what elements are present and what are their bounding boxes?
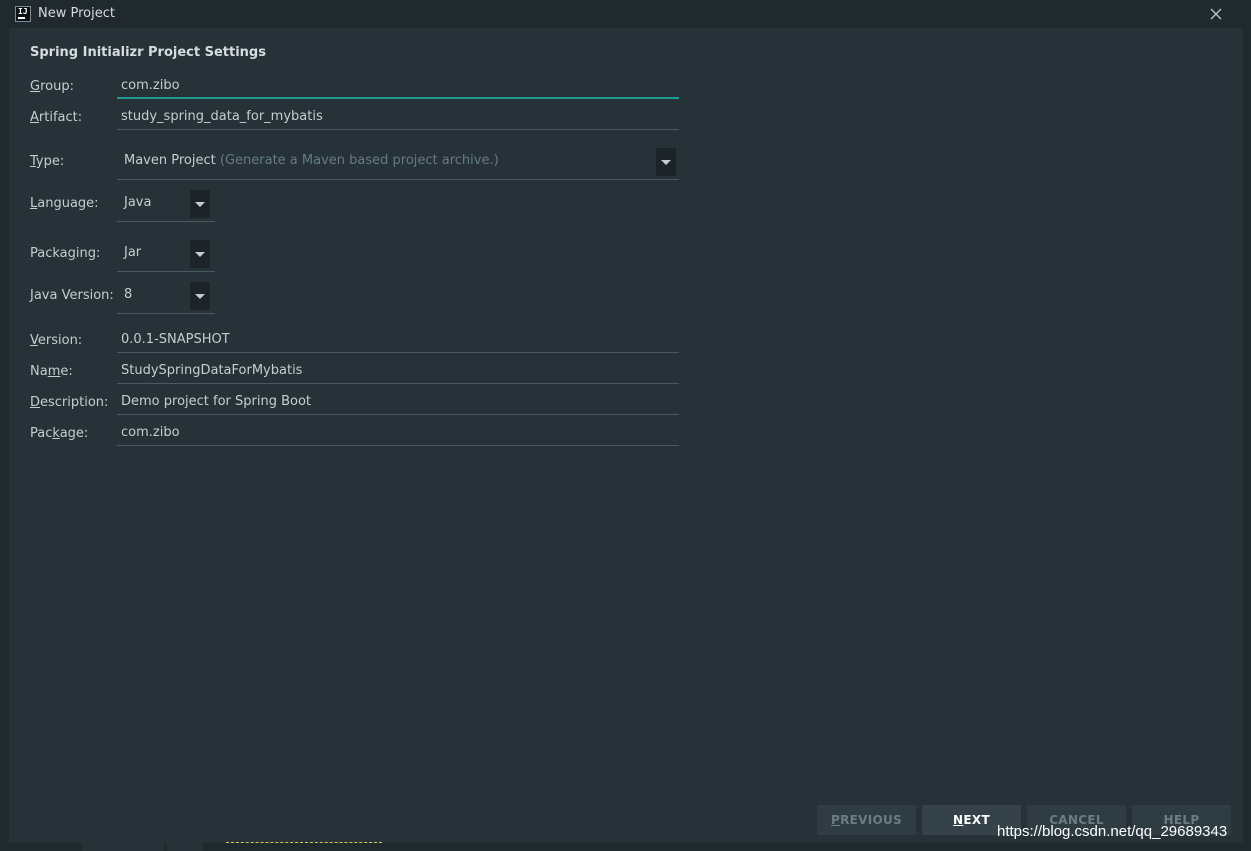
packaging-dropdown-icon[interactable] xyxy=(190,240,210,268)
app-icon-text: IJ xyxy=(18,7,28,16)
java-version-dropdown-icon[interactable] xyxy=(190,282,210,310)
section-title: Spring Initializr Project Settings xyxy=(30,45,266,60)
language-select[interactable]: Java xyxy=(117,188,215,222)
type-value: Maven Project xyxy=(124,153,216,168)
watermark: https://blog.csdn.net/qq_29689343 xyxy=(997,823,1228,840)
intellij-app-icon: IJ xyxy=(15,6,31,22)
packaging-label: Packaging: xyxy=(30,246,101,261)
group-label: Group: xyxy=(30,79,74,94)
package-input[interactable]: com.zibo xyxy=(117,422,679,446)
previous-button[interactable]: PREVIOUS xyxy=(817,805,916,835)
right-border xyxy=(1243,28,1251,851)
title-bar: IJ New Project xyxy=(0,0,1251,28)
language-label: Language: xyxy=(30,196,99,211)
packaging-value: Jar xyxy=(124,245,142,260)
description-input[interactable]: Demo project for Spring Boot xyxy=(117,391,679,415)
window-title: New Project xyxy=(38,6,115,21)
group-input[interactable]: com.zibo xyxy=(117,75,679,99)
package-label: Package: xyxy=(30,426,89,441)
java-version-select[interactable]: 8 xyxy=(117,280,215,314)
close-icon[interactable] xyxy=(1208,6,1224,22)
name-input[interactable]: StudySpringDataForMybatis xyxy=(117,360,679,384)
name-label: Name: xyxy=(30,364,73,379)
artifact-label: Artifact: xyxy=(30,110,83,125)
language-value: Java xyxy=(124,195,152,210)
background-tab xyxy=(167,843,203,851)
version-input[interactable]: 0.0.1-SNAPSHOT xyxy=(117,329,679,353)
java-version-label: Java Version: xyxy=(30,288,114,303)
type-select[interactable]: Maven Project (Generate a Maven based pr… xyxy=(117,146,679,180)
version-label: Version: xyxy=(30,333,83,348)
type-label: Type: xyxy=(30,154,65,169)
background-dashed-underline xyxy=(226,842,382,843)
packaging-select[interactable]: Jar xyxy=(117,238,215,272)
type-hint: (Generate a Maven based project archive.… xyxy=(219,153,499,168)
left-border xyxy=(0,28,9,851)
type-dropdown-icon[interactable] xyxy=(656,148,676,176)
java-version-value: 8 xyxy=(124,287,133,302)
artifact-input[interactable]: study_spring_data_for_mybatis xyxy=(117,106,679,130)
background-tab xyxy=(82,843,164,851)
description-label: Description: xyxy=(30,395,109,410)
language-dropdown-icon[interactable] xyxy=(190,190,210,218)
